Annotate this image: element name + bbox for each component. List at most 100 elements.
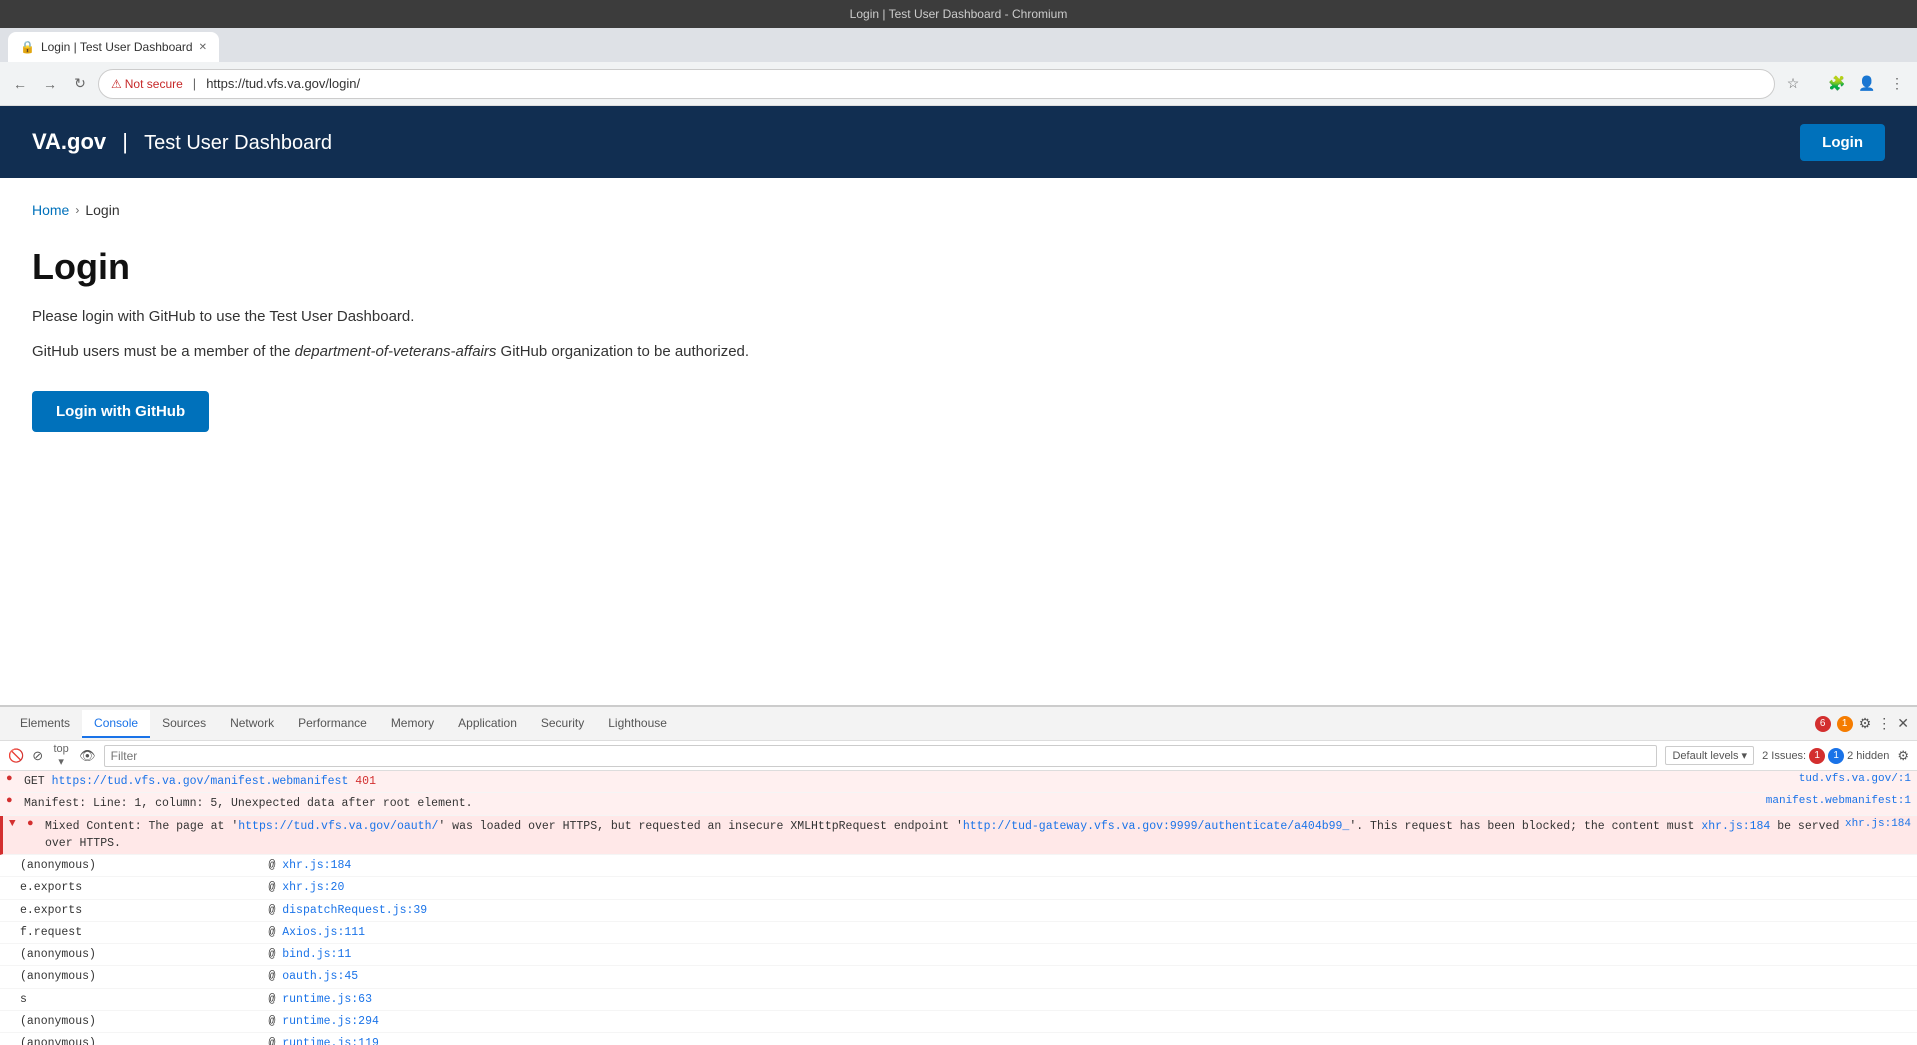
frame-text-8: (anonymous) @ runtime.js:294 <box>20 1013 1911 1030</box>
stack-frame-6: (anonymous) @ oauth.js:45 <box>0 966 1917 988</box>
page-content: Home › Login Login Please login with Git… <box>0 178 1917 456</box>
default-levels-button[interactable]: Default levels ▾ <box>1665 746 1754 765</box>
browser-title: Login | Test User Dashboard - Chromium <box>850 7 1068 21</box>
breadcrumb: Home › Login <box>32 202 1885 218</box>
error-icon-2: ● <box>6 795 20 807</box>
console-link-1[interactable]: https://tud.vfs.va.gov/manifest.webmanif… <box>52 775 349 788</box>
not-secure-indicator: ⚠ Not secure <box>111 77 183 91</box>
issues-settings-button[interactable]: ⚙ <box>1897 748 1909 764</box>
site-header: VA.gov | Test User Dashboard Login <box>0 106 1917 178</box>
frame-link-9[interactable]: runtime.js:119 <box>282 1037 379 1045</box>
frame-link-8[interactable]: runtime.js:294 <box>282 1015 379 1028</box>
desc2-suffix: GitHub organization to be authorized. <box>496 343 749 360</box>
devtools-close-button[interactable]: ✕ <box>1897 715 1909 732</box>
bookmark-button[interactable]: ☆ <box>1781 72 1805 96</box>
stack-frame-2: e.exports @ xhr.js:20 <box>0 877 1917 899</box>
profile-button[interactable]: 👤 <box>1855 72 1879 96</box>
menu-button[interactable]: ⋮ <box>1885 72 1909 96</box>
devtools-tab-performance[interactable]: Performance <box>286 710 379 738</box>
url-divider: | <box>193 76 196 91</box>
frame-link-6[interactable]: oauth.js:45 <box>282 970 358 983</box>
expand-arrow-3[interactable]: ▼ <box>9 818 23 830</box>
devtools-tab-network[interactable]: Network <box>218 710 286 738</box>
stack-frame-8: (anonymous) @ runtime.js:294 <box>0 1011 1917 1033</box>
devtools-settings-button[interactable]: ⚙ <box>1859 715 1872 732</box>
frame-link-4[interactable]: Axios.js:111 <box>282 926 365 939</box>
console-preserve-button[interactable]: ⊘ <box>32 748 43 764</box>
devtools-tab-elements[interactable]: Elements <box>8 710 82 738</box>
devtools-more-button[interactable]: ⋮ <box>1877 715 1891 732</box>
error-icon-1: ● <box>6 773 20 785</box>
console-link-3a[interactable]: https://tud.vfs.va.gov/oauth/ <box>238 820 438 833</box>
breadcrumb-current: Login <box>85 202 119 218</box>
desc2-italic: department-of-veterans-affairs <box>295 343 497 360</box>
breadcrumb-separator: › <box>75 203 79 217</box>
warning-badge: 1 <box>1837 716 1853 732</box>
issues-count: 2 Issues: 1 1 2 hidden <box>1762 748 1889 764</box>
header-login-button[interactable]: Login <box>1800 124 1885 161</box>
console-file-3[interactable]: xhr.js:184 <box>1845 818 1911 830</box>
browser-tab-active[interactable]: 🔒 Login | Test User Dashboard ✕ <box>8 32 219 62</box>
back-button[interactable]: ← <box>8 72 32 96</box>
console-link-3c[interactable]: xhr.js:184 <box>1701 820 1770 833</box>
devtools-tab-security[interactable]: Security <box>529 710 596 738</box>
console-filter-input[interactable] <box>104 745 1658 767</box>
stack-frame-4: f.request @ Axios.js:111 <box>0 922 1917 944</box>
logo-divider: | <box>122 129 128 154</box>
extensions-button[interactable]: 🧩 <box>1825 72 1849 96</box>
page-title: Login <box>32 246 1885 288</box>
stack-frame-9: (anonymous) @ runtime.js:119 <box>0 1033 1917 1045</box>
forward-button[interactable]: → <box>38 72 62 96</box>
browser-titlebar: Login | Test User Dashboard - Chromium <box>0 0 1917 28</box>
frame-link-2[interactable]: xhr.js:20 <box>282 881 344 894</box>
frame-text-7: s @ runtime.js:63 <box>20 991 1911 1008</box>
frame-link-1[interactable]: xhr.js:184 <box>282 859 351 872</box>
console-text-2: Manifest: Line: 1, column: 5, Unexpected… <box>24 795 1766 812</box>
browser-toolbar: ← → ↻ ⚠ Not secure | https://tud.vfs.va.… <box>0 62 1917 106</box>
error-icon-3: ● <box>27 818 41 830</box>
warning-icon: ⚠ <box>111 77 122 91</box>
console-eye-button[interactable]: 👁 <box>79 748 96 764</box>
breadcrumb-home[interactable]: Home <box>32 202 69 218</box>
devtools-header: Elements Console Sources Network Perform… <box>0 707 1917 741</box>
frame-text-5: (anonymous) @ bind.js:11 <box>20 946 1911 963</box>
console-row-1: ● GET https://tud.vfs.va.gov/manifest.we… <box>0 771 1917 793</box>
frame-text-9: (anonymous) @ runtime.js:119 <box>20 1035 1911 1045</box>
login-description-1: Please login with GitHub to use the Test… <box>32 306 1885 329</box>
devtools-tab-console[interactable]: Console <box>82 710 150 738</box>
devtools-tab-lighthouse[interactable]: Lighthouse <box>596 710 679 738</box>
error-badge: 6 <box>1815 716 1831 732</box>
console-text-3: Mixed Content: The page at 'https://tud.… <box>45 818 1845 853</box>
tab-close-button[interactable]: ✕ <box>199 42 207 53</box>
issues-blue: 1 <box>1828 748 1844 764</box>
devtools-panel: Elements Console Sources Network Perform… <box>0 705 1917 1045</box>
devtools-tab-memory[interactable]: Memory <box>379 710 446 738</box>
devtools-toolbar: 🚫 ⊘ top ▾ 👁 Default levels ▾ 2 Issues: 1… <box>0 741 1917 771</box>
devtools-tab-sources[interactable]: Sources <box>150 710 218 738</box>
desc2-prefix: GitHub users must be a member of the <box>32 343 295 360</box>
frame-link-7[interactable]: runtime.js:63 <box>282 993 372 1006</box>
console-file-2[interactable]: manifest.webmanifest:1 <box>1766 795 1911 807</box>
reload-button[interactable]: ↻ <box>68 72 92 96</box>
console-file-1[interactable]: tud.vfs.va.gov/:1 <box>1799 773 1911 785</box>
site-logo: VA.gov | Test User Dashboard <box>32 129 332 155</box>
warning-count: 1 <box>1837 716 1853 732</box>
devtools-tab-application[interactable]: Application <box>446 710 529 738</box>
frame-link-5[interactable]: bind.js:11 <box>282 948 351 961</box>
frame-text-3: e.exports @ dispatchRequest.js:39 <box>20 902 1911 919</box>
url-text: https://tud.vfs.va.gov/login/ <box>206 76 360 91</box>
login-description-2: GitHub users must be a member of the dep… <box>32 341 1885 364</box>
console-link-3b[interactable]: http://tud-gateway.vfs.va.gov:9999/authe… <box>963 820 1349 833</box>
context-selector[interactable]: top ▾ <box>51 746 71 766</box>
address-bar[interactable]: ⚠ Not secure | https://tud.vfs.va.gov/lo… <box>98 69 1775 99</box>
site-name: Test User Dashboard <box>144 132 332 154</box>
stack-frame-1: (anonymous) @ xhr.js:184 <box>0 855 1917 877</box>
frame-link-3[interactable]: dispatchRequest.js:39 <box>282 904 427 917</box>
issues-hidden: 2 hidden <box>1847 750 1889 762</box>
login-github-button[interactable]: Login with GitHub <box>32 391 209 432</box>
issues-red: 1 <box>1809 748 1825 764</box>
frame-text-6: (anonymous) @ oauth.js:45 <box>20 968 1911 985</box>
console-clear-button[interactable]: 🚫 <box>8 748 24 764</box>
frame-text-4: f.request @ Axios.js:111 <box>20 924 1911 941</box>
logo-primary: VA.gov <box>32 129 106 154</box>
